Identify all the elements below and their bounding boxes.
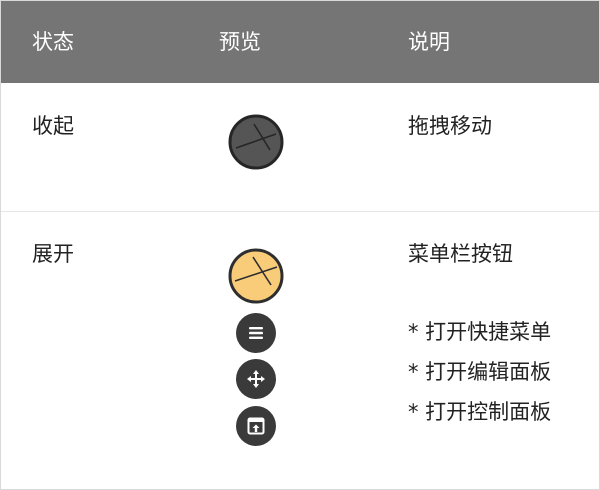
description-expanded: 菜单栏按钮 — [408, 242, 513, 266]
row-divider — [1, 211, 599, 212]
table-header: 状态 预览 说明 — [1, 1, 599, 83]
list-item: * 打开控制面板 — [408, 400, 552, 424]
state-table: 状态 预览 说明 收起 拖拽移动 展开 菜单栏按钮 * 打开快捷菜单 * 打开编… — [0, 0, 600, 490]
collapsed-ball-icon[interactable] — [228, 114, 284, 174]
header-state: 状态 — [32, 30, 74, 54]
header-description: 说明 — [408, 30, 450, 54]
panel-icon[interactable] — [235, 405, 277, 451]
list-item: * 打开编辑面板 — [408, 360, 552, 384]
menu-icon[interactable] — [235, 312, 277, 358]
description-collapsed: 拖拽移动 — [408, 114, 492, 138]
move-icon[interactable] — [235, 358, 277, 404]
feature-list: * 打开快捷菜单 * 打开编辑面板 * 打开控制面板 — [408, 312, 551, 432]
state-label-collapsed: 收起 — [32, 114, 74, 138]
state-label-expanded: 展开 — [32, 242, 74, 266]
expanded-ball-icon[interactable] — [228, 248, 284, 308]
header-preview: 预览 — [219, 30, 261, 54]
list-item: * 打开快捷菜单 — [408, 320, 552, 344]
